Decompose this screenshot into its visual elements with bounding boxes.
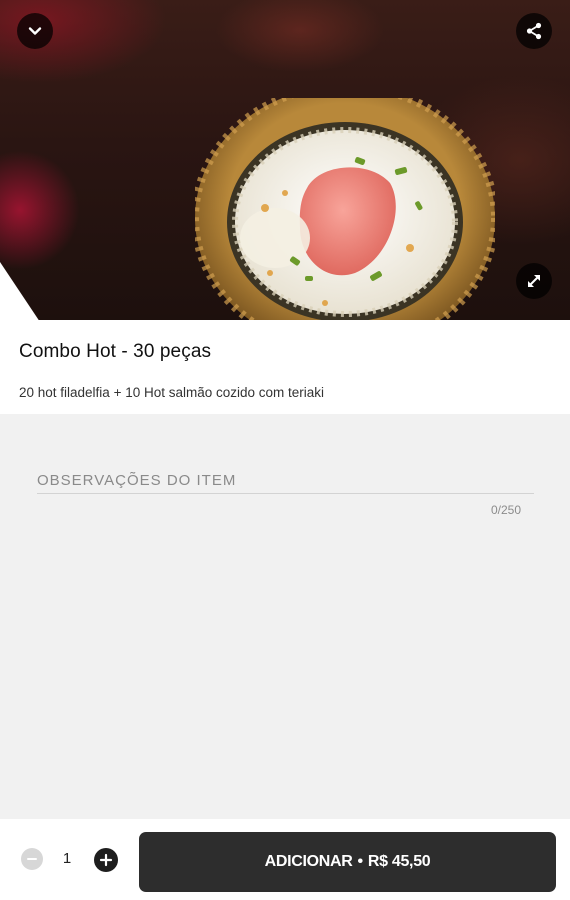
chevron-down-icon — [28, 27, 42, 35]
share-button[interactable] — [516, 13, 552, 49]
image-corner-decoration — [0, 262, 40, 320]
background-blur — [0, 150, 80, 270]
quantity-value: 1 — [62, 850, 72, 867]
product-description: 20 hot filadelfia + 10 Hot salmão cozido… — [19, 385, 325, 400]
decrement-quantity-button[interactable] — [21, 848, 43, 870]
increment-quantity-button[interactable] — [94, 848, 118, 872]
expand-icon — [528, 275, 540, 287]
character-counter: 0/250 — [490, 503, 521, 517]
expand-image-button[interactable] — [516, 263, 552, 299]
add-to-cart-bar: 1 ADICIONAR • R$ 45,50 — [0, 819, 570, 900]
add-to-cart-button[interactable]: ADICIONAR • R$ 45,50 — [139, 832, 556, 892]
minus-circle-icon — [27, 858, 37, 860]
add-button-label: ADICIONAR — [264, 853, 353, 870]
product-image — [0, 0, 570, 320]
share-icon — [526, 22, 542, 40]
collapse-button[interactable] — [17, 13, 53, 49]
product-title: Combo Hot - 30 peças — [19, 341, 212, 362]
item-notes-section: 0/250 — [0, 414, 570, 819]
item-notes-input[interactable] — [37, 468, 534, 494]
plus-circle-icon — [99, 853, 113, 867]
add-button-separator: • — [357, 853, 364, 870]
sushi-roll-image — [195, 98, 495, 320]
add-button-price: R$ 45,50 — [367, 853, 431, 870]
